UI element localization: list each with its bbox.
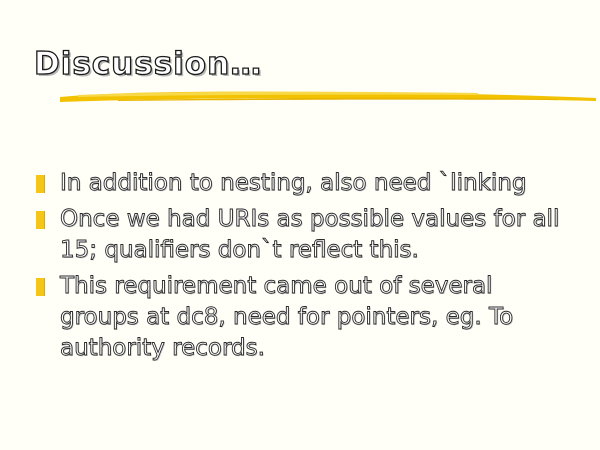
- bullet-text: In addition to nesting, also need `linki…: [60, 170, 527, 197]
- bullet-text: Once we had URIs as possible values for …: [60, 206, 560, 264]
- bullet-item: Once we had URIs as possible values for …: [36, 204, 576, 266]
- bullet-item: In addition to nesting, also need `linki…: [36, 168, 576, 199]
- slide: Discussion… In addition to nesting, also…: [0, 0, 600, 450]
- bullet-text: This requirement came out of several gro…: [60, 273, 514, 362]
- bullet-marker: [36, 175, 44, 193]
- title-underline-brushstroke: [60, 91, 596, 102]
- bullet-marker: [36, 211, 44, 229]
- bullet-item: This requirement came out of several gro…: [36, 271, 576, 364]
- bullet-list: In addition to nesting, also need `linki…: [36, 168, 576, 369]
- bullet-marker: [36, 278, 44, 296]
- slide-title: Discussion…: [33, 45, 263, 82]
